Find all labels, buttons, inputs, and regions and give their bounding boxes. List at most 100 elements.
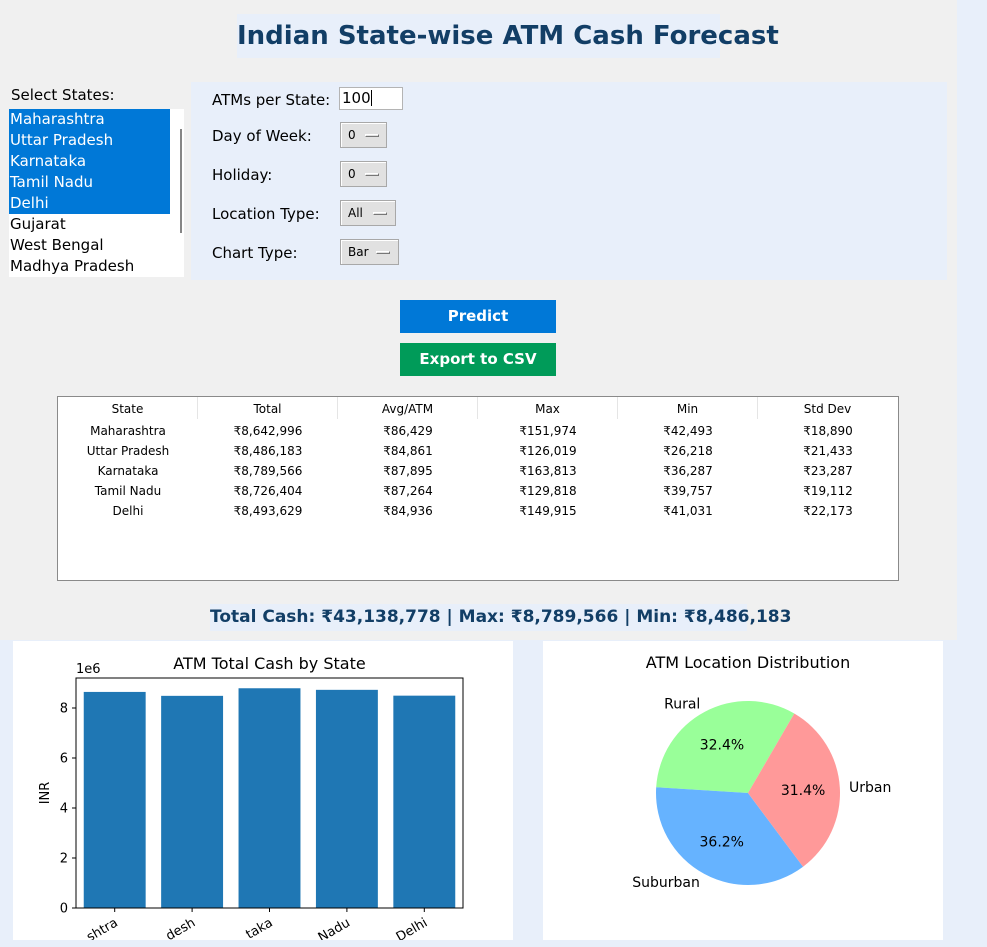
location-type-value: All [348, 206, 363, 220]
column-header[interactable]: Std Dev [758, 397, 897, 419]
table-row[interactable]: Maharashtra ₹8,642,996 ₹86,429 ₹151,974 ₹42,… [58, 421, 898, 441]
parameters-panel: ATMs per State: 100 Day of Week: 0 Holid… [191, 82, 947, 280]
bar [161, 695, 224, 908]
y-offset-label: 1e6 [76, 662, 101, 677]
table-cell: Delhi [112, 504, 144, 518]
dropdown-indicator-icon [376, 251, 390, 254]
column-header[interactable]: Min [618, 397, 758, 419]
table-cell: ₹87,895 [383, 464, 433, 478]
predict-button[interactable]: Predict [400, 300, 556, 333]
table-cell: ₹39,757 [663, 484, 713, 498]
column-header[interactable]: Avg/ATM [338, 397, 478, 419]
chart-type-value: Bar [348, 245, 369, 259]
dropdown-indicator-icon [365, 134, 379, 137]
y-tick-label: 8 [60, 702, 68, 717]
table-cell: ₹41,031 [663, 504, 713, 518]
table-cell: ₹84,861 [383, 444, 433, 458]
table-cell: ₹8,486,183 [233, 444, 303, 458]
day-of-week-label: Day of Week: [212, 127, 312, 145]
location-type-label: Location Type: [212, 205, 320, 223]
dropdown-indicator-icon [373, 212, 387, 215]
state-option[interactable]: Tamil Nadu [9, 172, 170, 193]
state-option[interactable]: Uttar Pradesh [9, 130, 170, 151]
bar [238, 688, 301, 908]
pie-chart-panel: ATM Location Distribution 32.4% Rural 36.2%… [543, 641, 943, 940]
table-cell: ₹8,493,629 [233, 504, 303, 518]
table-cell: ₹87,264 [383, 484, 433, 498]
holiday-label: Holiday: [212, 166, 273, 184]
results-table[interactable]: State Total Avg/ATM Max Min Std Dev Maharasht… [57, 396, 899, 581]
summary-text: Total Cash: ₹43,138,778 | Max: ₹8,789,56… [210, 604, 791, 631]
location-type-dropdown[interactable]: All [340, 200, 396, 226]
atms-per-state-value: 100 [342, 89, 371, 107]
pie-pct-label: 36.2% [700, 835, 744, 851]
table-row[interactable]: Uttar Pradesh ₹8,486,183 ₹84,861 ₹126,019 ₹2… [58, 441, 898, 461]
atms-per-state-input[interactable]: 100 [339, 87, 403, 110]
x-tick-label: Delhi [394, 915, 430, 940]
table-cell: Uttar Pradesh [86, 444, 170, 458]
chart-type-dropdown[interactable]: Bar [340, 239, 399, 265]
column-header[interactable]: Max [478, 397, 618, 419]
table-cell: ₹86,429 [383, 424, 433, 438]
table-row[interactable]: Karnataka ₹8,789,566 ₹87,895 ₹163,813 ₹36,28… [58, 461, 898, 481]
y-tick-label: 2 [60, 852, 68, 867]
state-option[interactable]: West Bengal [9, 235, 170, 256]
day-of-week-value: 0 [348, 128, 356, 142]
pie-pct-label: 32.4% [700, 737, 744, 753]
text-cursor [370, 90, 372, 106]
bar-chart: ATM Total Cash by State 1e6 shtra desh taka N… [38, 654, 464, 940]
table-cell: ₹42,493 [663, 424, 713, 438]
scrollbar-thumb[interactable] [180, 129, 182, 233]
pie-chart: ATM Location Distribution 32.4% Rural 36.2%… [632, 653, 891, 891]
pie-slice-label: Rural [664, 697, 700, 713]
x-tick-label: desh [164, 915, 199, 940]
y-tick-label: 0 [60, 902, 68, 917]
pie-slice-label: Urban [849, 780, 891, 796]
main-panel: Indian State-wise ATM Cash Forecast Sele… [0, 0, 957, 640]
table-cell: ₹22,173 [803, 504, 853, 518]
bar-chart-title: ATM Total Cash by State [173, 654, 365, 673]
x-tick-label: taka [243, 915, 275, 940]
table-row[interactable]: Tamil Nadu ₹8,726,404 ₹87,264 ₹129,818 ₹39,7… [58, 481, 898, 501]
listbox-scrollbar[interactable] [179, 109, 184, 277]
select-states-label: Select States: [11, 86, 115, 104]
column-header[interactable]: Total [198, 397, 338, 419]
table-cell: Tamil Nadu [94, 484, 162, 498]
table-cell: ₹23,287 [803, 464, 853, 478]
state-listbox[interactable]: Maharashtra Uttar Pradesh Karnataka Tamil N… [9, 109, 184, 277]
bar [393, 695, 456, 908]
y-axis-label: INR [38, 782, 53, 805]
table-row[interactable]: Delhi ₹8,493,629 ₹84,936 ₹149,915 ₹41,031 ₹22… [58, 501, 898, 521]
bar-chart-panel: ATM Total Cash by State 1e6 shtra desh taka N… [13, 641, 513, 940]
day-of-week-dropdown[interactable]: 0 [340, 122, 387, 148]
state-option[interactable]: Karnataka [9, 151, 170, 172]
holiday-dropdown[interactable]: 0 [340, 161, 387, 187]
bar [83, 691, 146, 908]
dropdown-indicator-icon [365, 173, 379, 176]
bar [315, 689, 378, 908]
y-tick-label: 4 [60, 802, 68, 817]
table-cell: ₹8,642,996 [233, 424, 303, 438]
table-cell: ₹21,433 [803, 444, 853, 458]
table-cell: ₹149,915 [519, 504, 577, 518]
table-cell: ₹18,890 [803, 424, 853, 438]
table-cell: ₹36,287 [663, 464, 713, 478]
state-option[interactable]: Madhya Pradesh [9, 256, 170, 277]
holiday-value: 0 [348, 167, 356, 181]
table-header: State Total Avg/ATM Max Min Std Dev [58, 397, 898, 420]
table-cell: ₹151,974 [519, 424, 577, 438]
pie-pct-label: 31.4% [781, 783, 825, 799]
table-cell: ₹163,813 [519, 464, 577, 478]
state-option[interactable]: Delhi [9, 193, 170, 214]
table-cell: ₹126,019 [519, 444, 577, 458]
x-tick-label: Nadu [316, 915, 353, 940]
column-header[interactable]: State [58, 397, 198, 419]
table-cell: ₹129,818 [519, 484, 577, 498]
table-cell: Maharashtra [90, 424, 166, 438]
table-cell: Karnataka [97, 464, 159, 478]
table-cell: ₹8,789,566 [233, 464, 303, 478]
chart-type-label: Chart Type: [212, 244, 298, 262]
export-csv-button[interactable]: Export to CSV [400, 343, 556, 376]
state-option[interactable]: Gujarat [9, 214, 170, 235]
state-option[interactable]: Maharashtra [9, 109, 170, 130]
